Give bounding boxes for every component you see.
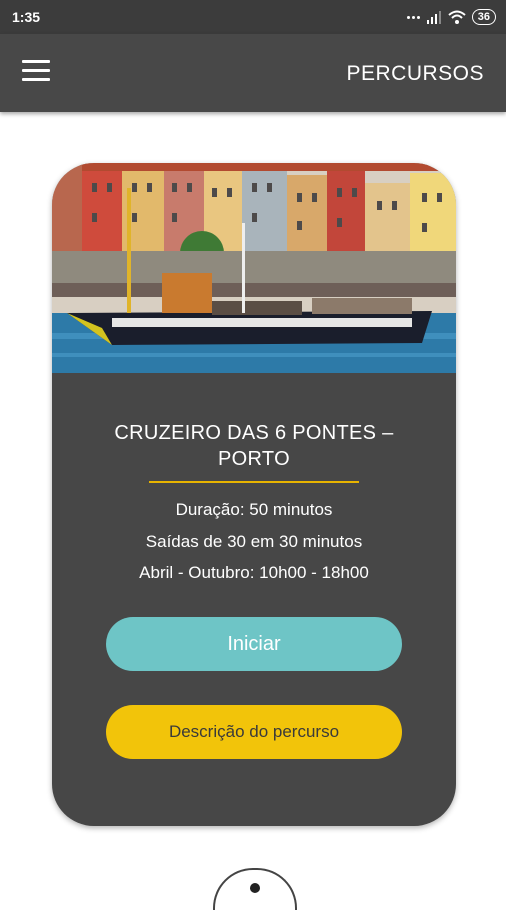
battery-icon: 36 xyxy=(471,9,496,25)
status-icons: 36 xyxy=(406,6,496,28)
signal-icon xyxy=(426,11,441,24)
route-photo xyxy=(52,163,456,373)
page-dot-icon xyxy=(250,883,260,893)
more-dots-icon xyxy=(406,15,420,19)
page-title: PERCURSOS xyxy=(346,62,484,85)
title-divider xyxy=(149,481,359,483)
start-button[interactable]: Iniciar xyxy=(106,617,402,671)
schedule-text: Abril - Outubro: 10h00 - 18h00 xyxy=(139,563,369,582)
duration-text: Duração: 50 minutos xyxy=(175,500,333,519)
route-title: CRUZEIRO DAS 6 PONTES – PORTO xyxy=(114,422,394,470)
status-bar: 1:35 36 xyxy=(0,0,506,34)
status-time: 1:35 xyxy=(12,9,41,25)
departures-text: Saídas de 30 em 30 minutos xyxy=(145,532,363,551)
menu-icon[interactable] xyxy=(22,60,56,86)
route-description-button[interactable]: Descrição do percurso xyxy=(106,705,402,759)
route-card: CRUZEIRO DAS 6 PONTES – PORTO Duração: 5… xyxy=(52,163,456,826)
wifi-icon xyxy=(448,10,466,24)
page-indicator[interactable] xyxy=(213,868,297,910)
app-bar: PERCURSOS xyxy=(0,34,506,112)
